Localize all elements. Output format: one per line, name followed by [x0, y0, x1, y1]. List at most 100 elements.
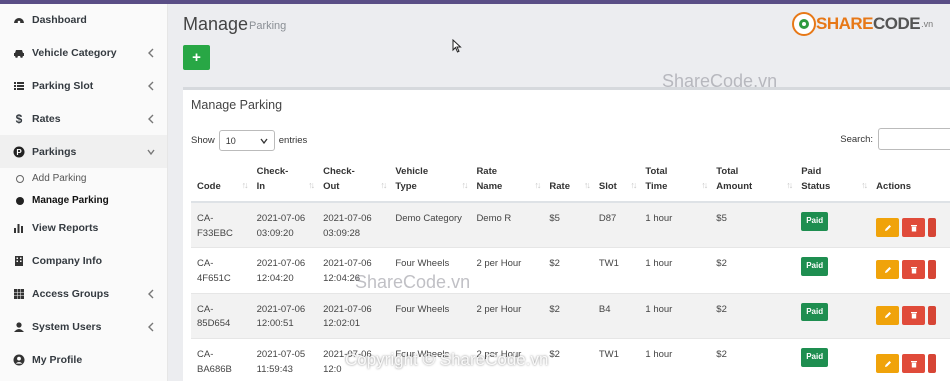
col-header-paid-status[interactable]: PaidStatus↑↓	[795, 158, 870, 202]
page-subtitle: Parking	[249, 20, 286, 32]
cell-rate-name: Demo R	[470, 202, 543, 248]
sidebar-item-my-profile[interactable]: My Profile	[0, 343, 167, 376]
cell-checkout: 2021-07-0603:09:28	[317, 202, 389, 248]
cell-actions	[870, 339, 950, 384]
cell-total-amount: $2	[710, 293, 795, 339]
table-row: CA-BA686B 2021-07-0511:59:43 2021-07-061…	[191, 339, 950, 384]
pencil-icon	[884, 360, 892, 368]
sort-icon: ↑↓	[584, 178, 589, 193]
trash-icon	[910, 266, 918, 274]
watermark-text: ShareCode.vn	[662, 71, 777, 92]
table-row: CA-4F651C 2021-07-0612:04:20 2021-07-061…	[191, 248, 950, 294]
mouse-cursor-icon	[452, 39, 462, 53]
sidebar-item-label: Parkings	[32, 146, 76, 158]
chevron-down-icon	[260, 138, 268, 144]
entries-select[interactable]: 10	[219, 130, 275, 151]
status-badge: Paid	[801, 257, 828, 276]
table-row: CA-F33EBC 2021-07-0603:09:20 2021-07-060…	[191, 202, 950, 248]
sort-icon: ↑↓	[786, 178, 791, 193]
delete-button[interactable]	[902, 260, 925, 279]
search-input[interactable]	[878, 128, 950, 150]
user-secret-icon	[13, 321, 25, 333]
delete-button[interactable]	[902, 354, 925, 373]
cell-paid-status: Paid	[795, 202, 870, 248]
sidebar-item-label: Vehicle Category	[32, 47, 117, 59]
status-badge: Paid	[801, 348, 828, 367]
svg-text:P: P	[16, 148, 22, 157]
cell-checkin: 2021-07-0511:59:43	[251, 339, 317, 384]
cell-total-amount: $2	[710, 248, 795, 294]
cell-actions	[870, 248, 950, 294]
edit-button[interactable]	[876, 218, 899, 237]
cell-total-amount: $5	[710, 202, 795, 248]
cell-total-time: 1 hour	[639, 202, 710, 248]
sidebar-subitem-add-parking[interactable]: Add Parking	[0, 168, 167, 190]
cell-rate: $2	[543, 248, 592, 294]
car-icon	[13, 47, 25, 59]
edit-button[interactable]	[876, 306, 899, 325]
col-header-code[interactable]: Code↑↓	[191, 158, 251, 202]
cell-actions	[870, 202, 950, 248]
sidebar-item-parking-slot[interactable]: Parking Slot	[0, 70, 167, 103]
sidebar-subitem-manage-parking[interactable]: Manage Parking	[0, 190, 167, 212]
sidebar-item-company-info[interactable]: Company Info	[0, 245, 167, 278]
sidebar-item-dashboard[interactable]: Dashboard	[0, 4, 167, 37]
sidebar-item-rates[interactable]: $ Rates	[0, 102, 167, 135]
sort-icon: ↑↓	[461, 178, 466, 193]
cell-slot: B4	[593, 293, 640, 339]
col-header-checkin[interactable]: Check-In↑↓	[251, 158, 317, 202]
show-label: Show	[191, 135, 215, 146]
pencil-icon	[884, 311, 892, 319]
edit-button[interactable]	[876, 354, 899, 373]
chevron-down-icon	[147, 147, 155, 157]
cell-rate: $2	[543, 339, 592, 384]
more-button[interactable]	[928, 306, 936, 325]
card-title: Manage Parking	[191, 98, 282, 112]
col-header-total-amount[interactable]: TotalAmount↑↓	[710, 158, 795, 202]
cell-paid-status: Paid	[795, 248, 870, 294]
more-button[interactable]	[928, 260, 936, 279]
more-button[interactable]	[928, 218, 936, 237]
sidebar-subitem-label: Manage Parking	[32, 195, 109, 206]
add-parking-button[interactable]: +	[183, 45, 210, 70]
dot-circle-icon	[16, 197, 24, 205]
status-badge: Paid	[801, 303, 828, 322]
sidebar-item-vehicle-category[interactable]: Vehicle Category	[0, 37, 167, 70]
dollar-icon: $	[13, 113, 25, 125]
cell-checkin: 2021-07-0612:00:51	[251, 293, 317, 339]
table-row: CA-85D654 2021-07-0612:00:51 2021-07-061…	[191, 293, 950, 339]
cell-checkout: 2021-07-0612:02:01	[317, 293, 389, 339]
col-header-rate-name[interactable]: RateName↑↓	[470, 158, 543, 202]
building-icon	[13, 255, 25, 267]
sidebar-item-label: Access Groups	[32, 288, 109, 300]
sidebar-item-access-groups[interactable]: Access Groups	[0, 278, 167, 311]
col-header-total-time[interactable]: TotalTime↑↓	[639, 158, 710, 202]
logo-suffix: .vn	[921, 19, 933, 29]
more-button[interactable]	[928, 354, 936, 373]
chevron-left-icon	[147, 289, 155, 299]
sidebar-item-view-reports[interactable]: View Reports	[0, 212, 167, 245]
cell-total-amount: $2	[710, 339, 795, 384]
sort-icon: ↑↓	[534, 178, 539, 193]
sidebar-item-system-users[interactable]: System Users	[0, 310, 167, 343]
delete-button[interactable]	[902, 306, 925, 325]
delete-button[interactable]	[902, 218, 925, 237]
cell-rate: $5	[543, 202, 592, 248]
pencil-icon	[884, 266, 892, 274]
manage-parking-card: Manage Parking Show 10 entries Search: C…	[183, 87, 950, 381]
sidebar: Dashboard Vehicle Category Parking Slot …	[0, 4, 168, 381]
col-header-checkout[interactable]: Check-Out↑↓	[317, 158, 389, 202]
chevron-left-icon	[147, 48, 155, 58]
sidebar-item-label: View Reports	[32, 222, 98, 234]
page-title: Manage	[183, 14, 248, 35]
cell-slot: D87	[593, 202, 640, 248]
parking-icon: P	[13, 146, 25, 158]
col-header-vehicle-type[interactable]: VehicleType↑↓	[389, 158, 470, 202]
entries-length-control: Show 10 entries	[191, 130, 307, 151]
sidebar-item-parkings[interactable]: P Parkings	[0, 135, 167, 168]
sidebar-item-label: Company Info	[32, 255, 102, 267]
col-header-rate[interactable]: Rate↑↓	[543, 158, 592, 202]
cell-code: CA-85D654	[191, 293, 251, 339]
edit-button[interactable]	[876, 260, 899, 279]
col-header-slot[interactable]: Slot↑↓	[593, 158, 640, 202]
